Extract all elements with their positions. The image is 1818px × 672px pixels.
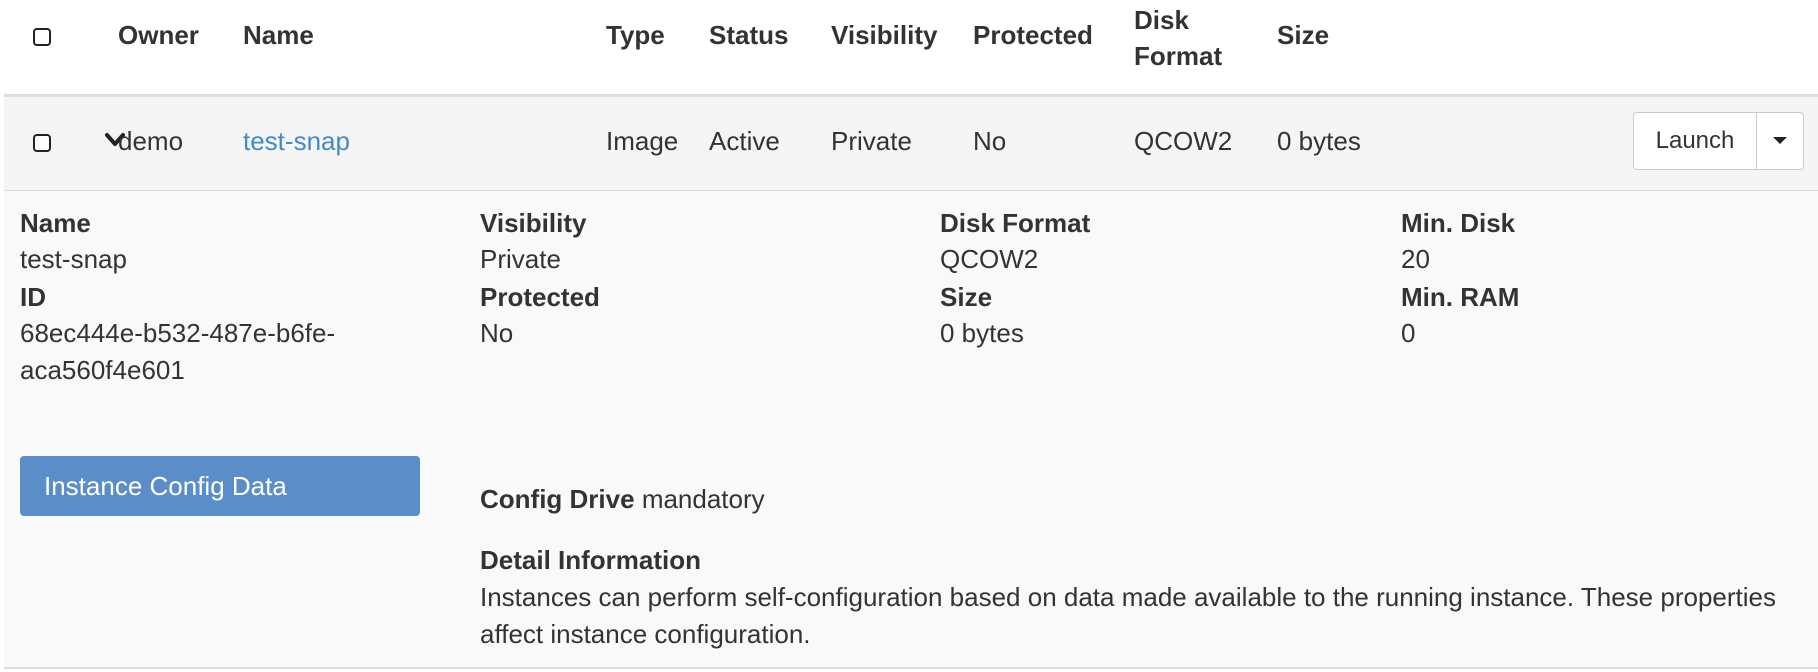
detail-protected-label: Protected — [480, 282, 600, 312]
detail-id-value-line2: aca560f4e601 — [20, 355, 185, 385]
select-all-checkbox[interactable] — [33, 28, 51, 46]
detail-id-value: 68ec444e-b532-487e-b6fe- aca560f4e601 — [20, 315, 335, 389]
detail-size-value: 0 bytes — [940, 318, 1024, 348]
header-disk-format-line1: Disk — [1134, 5, 1189, 35]
detail-min-disk-label: Min. Disk — [1401, 208, 1516, 238]
detail-disk-format-label: Disk Format — [940, 208, 1091, 238]
row-protected: No — [973, 126, 1007, 156]
detail-visibility-label: Visibility — [480, 208, 587, 238]
detail-protected-value: No — [480, 318, 514, 348]
config-drive-value: mandatory — [641, 484, 765, 514]
row-size: 0 bytes — [1277, 126, 1361, 156]
detail-min-ram-label: Min. RAM — [1401, 282, 1520, 312]
header-type[interactable]: Type — [606, 17, 665, 53]
detail-min-disk-value: 20 — [1401, 244, 1430, 274]
actions-dropdown-toggle[interactable] — [1757, 113, 1803, 169]
header-owner[interactable]: Owner — [118, 17, 199, 53]
table-row: demo test-snap Image Active Private No Q… — [4, 97, 1818, 191]
images-table: Owner Name Type Status Visibility Protec… — [0, 0, 1818, 672]
detail-information-text: Instances can perform self-configuration… — [480, 582, 1776, 649]
table-header-row: Owner Name Type Status Visibility Protec… — [4, 0, 1818, 97]
header-status[interactable]: Status — [709, 17, 788, 53]
row-status: Active — [709, 126, 780, 156]
detail-size-label: Size — [940, 282, 993, 312]
header-size[interactable]: Size — [1277, 17, 1329, 53]
row-detail-panel: Name test-snap ID 68ec444e-b532-487e-b6f… — [4, 191, 1818, 669]
row-visibility: Private — [831, 126, 912, 156]
config-drive-label: Config Drive — [480, 484, 635, 514]
header-name[interactable]: Name — [243, 17, 314, 53]
config-drive-line: Config Drive mandatory — [480, 481, 765, 517]
row-owner: demo — [118, 126, 184, 156]
instance-config-data-button[interactable]: Instance Config Data — [20, 456, 420, 516]
launch-button[interactable]: Launch — [1634, 113, 1757, 169]
detail-id-label: ID — [20, 282, 46, 312]
detail-disk-format-value: QCOW2 — [940, 244, 1039, 274]
row-select-checkbox[interactable] — [33, 134, 51, 152]
detail-visibility-value: Private — [480, 244, 561, 274]
header-protected[interactable]: Protected — [973, 17, 1093, 53]
detail-min-ram-value: 0 — [1401, 318, 1416, 348]
header-disk-format[interactable]: Disk Format — [1134, 2, 1222, 74]
row-name-link[interactable]: test-snap — [243, 123, 350, 159]
row-disk-format: QCOW2 — [1134, 126, 1233, 156]
launch-button-group: Launch — [1633, 112, 1804, 170]
detail-name-label: Name — [20, 208, 91, 238]
header-disk-format-line2: Format — [1134, 41, 1223, 71]
detail-information-title: Detail Information — [480, 545, 702, 575]
detail-id-value-line1: 68ec444e-b532-487e-b6fe- — [20, 318, 336, 348]
caret-down-icon — [1773, 137, 1787, 144]
detail-name-value: test-snap — [20, 244, 127, 274]
row-type: Image — [606, 126, 679, 156]
header-visibility[interactable]: Visibility — [831, 17, 937, 53]
